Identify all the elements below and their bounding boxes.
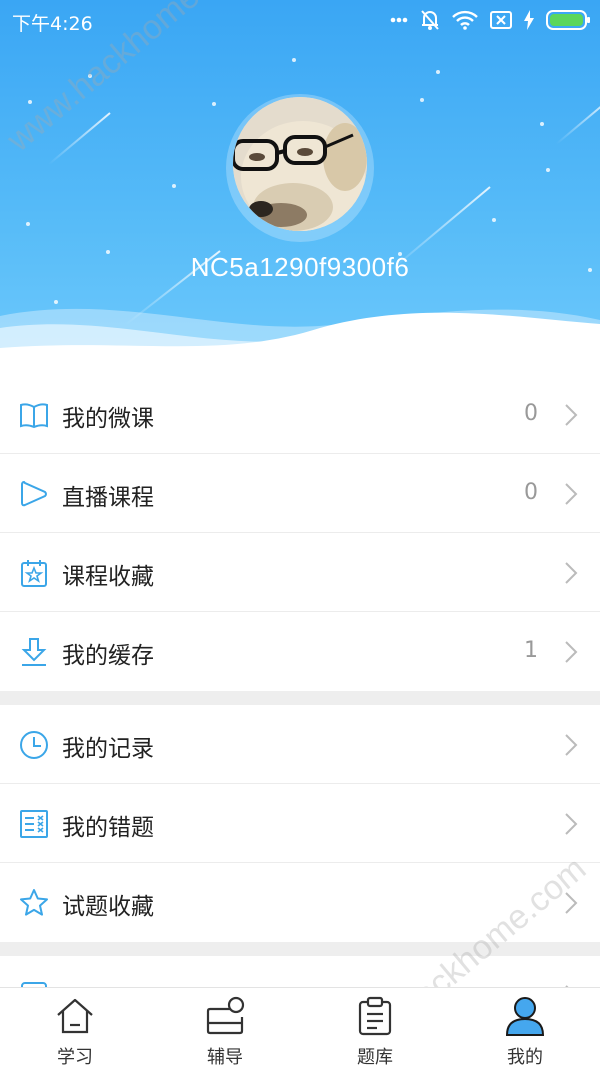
tab-label: 学习: [57, 1047, 93, 1067]
chevron-right-icon: [565, 641, 578, 663]
star-decoration: [172, 184, 176, 188]
book-icon: [20, 403, 48, 429]
status-bar: 下午4:26: [0, 0, 600, 42]
menu-item-my-records[interactable]: 我的记录: [0, 705, 600, 784]
download-icon: [21, 638, 47, 666]
menu-item-my-cache[interactable]: 我的缓存 1: [0, 612, 600, 691]
username: NC5a1290f9300f6: [190, 252, 410, 282]
meteor-decoration: [48, 112, 111, 166]
menu-item-count: 1: [524, 638, 538, 663]
star-icon: [20, 889, 48, 916]
menu-item-label: 我的记录: [62, 736, 154, 762]
meteor-decoration: [555, 98, 600, 145]
menu-item-count: 0: [524, 401, 538, 426]
tab-mine[interactable]: 我的: [450, 988, 600, 1067]
avatar[interactable]: [233, 97, 367, 231]
menu-item-wrong-questions[interactable]: 我的错题: [0, 784, 600, 863]
star-decoration: [436, 70, 440, 74]
menu-item-label: 我的微课: [62, 406, 154, 432]
chevron-right-icon: [565, 734, 578, 756]
wrong-list-icon: [20, 810, 48, 838]
tab-study[interactable]: 学习: [0, 988, 150, 1067]
star-decoration: [28, 100, 32, 104]
menu-item-question-favorites[interactable]: 试题收藏: [0, 863, 600, 942]
tab-tutoring[interactable]: 辅导: [150, 988, 300, 1067]
star-decoration: [212, 102, 216, 106]
wave-decoration: [0, 308, 600, 360]
menu-item-live-courses[interactable]: 直播课程 0: [0, 454, 600, 533]
home-icon: [57, 998, 93, 1034]
battery-icon: [546, 10, 590, 30]
bell-off-icon: [421, 10, 439, 30]
calendar-star-icon: [21, 560, 47, 587]
menu-item-my-microcourse[interactable]: 我的微课 0: [0, 375, 600, 454]
menu-item-label: 直播课程: [62, 485, 154, 511]
star-decoration: [546, 168, 550, 172]
section-divider: [0, 691, 600, 705]
sim-off-icon: [490, 11, 512, 29]
tutor-icon: [206, 996, 245, 1035]
star-decoration: [88, 74, 92, 78]
menu-item-label: 我的错题: [62, 815, 154, 841]
star-decoration: [540, 122, 544, 126]
menu-item-label: 试题收藏: [62, 894, 154, 920]
star-decoration: [26, 222, 30, 226]
menu-item-label: 我的缓存: [62, 643, 154, 669]
chevron-right-icon: [565, 562, 578, 584]
tab-label: 题库: [357, 1047, 393, 1067]
tab-question-bank[interactable]: 题库: [300, 988, 450, 1067]
menu-item-count: 0: [524, 480, 538, 505]
bottom-navigation: 学习 辅导 题库 我的: [0, 987, 600, 1067]
clock-icon: [20, 731, 48, 759]
tab-label: 我的: [507, 1047, 543, 1067]
more-dots-icon: [390, 17, 408, 23]
status-time: 下午4:26: [12, 13, 93, 35]
menu-list: 我的微课 0 直播课程 0 课程收藏 我的缓存 1 我的记录 我的错题 试题收藏: [0, 375, 600, 1035]
tab-label: 辅导: [207, 1047, 243, 1067]
star-decoration: [492, 218, 496, 222]
section-divider: [0, 942, 600, 956]
star-decoration: [420, 98, 424, 102]
menu-item-label: 课程收藏: [62, 564, 154, 590]
play-icon: [21, 480, 47, 507]
clipboard-icon: [358, 996, 392, 1036]
chevron-right-icon: [565, 813, 578, 835]
chevron-right-icon: [565, 892, 578, 914]
chevron-right-icon: [565, 483, 578, 505]
wifi-icon: [452, 10, 478, 30]
charging-icon: [524, 10, 534, 30]
star-decoration: [292, 58, 296, 62]
menu-item-course-favorites[interactable]: 课程收藏: [0, 533, 600, 612]
dog-avatar-image: [233, 97, 367, 231]
chevron-right-icon: [565, 404, 578, 426]
profile-header: 下午4:26 NC5a1290f9300f6: [0, 0, 600, 360]
person-icon: [505, 997, 545, 1036]
